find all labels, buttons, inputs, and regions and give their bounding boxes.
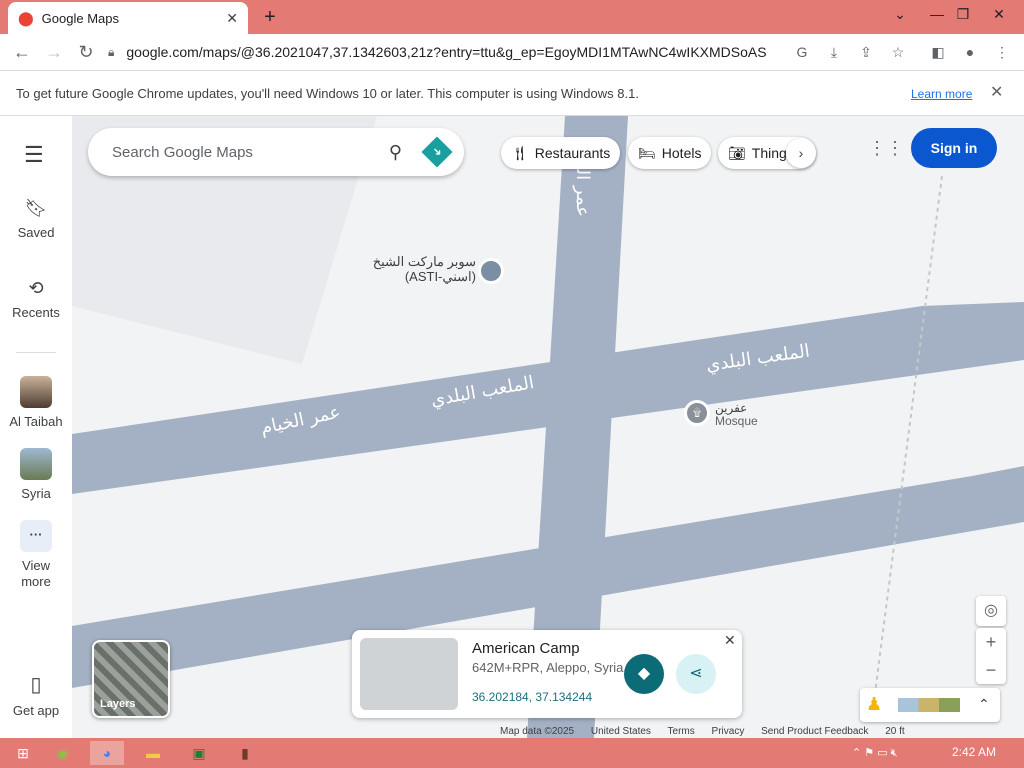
browser-toolbar: ← → ↻ 🔒︎ google.com/maps/@36.2021047,37.… <box>0 34 1024 70</box>
place-card[interactable]: American Camp 642M+RPR, Aleppo, Syria 36… <box>352 630 742 718</box>
sidebar-divider <box>16 352 56 353</box>
side-panel-icon[interactable]: ◧ <box>926 40 950 64</box>
new-tab-button[interactable]: + <box>258 4 282 30</box>
bookmark-icon: 🔖︎ <box>24 198 48 218</box>
sidebar-item-al-taibah[interactable]: Al Taibah <box>0 376 72 429</box>
poi-mosque-label[interactable]: عفرين Mosque <box>715 402 758 428</box>
chrome-taskbar-icon[interactable]: ◕ <box>90 741 124 765</box>
search-icon[interactable]: ⚲ <box>389 142 402 163</box>
region-link[interactable]: United States <box>591 726 651 737</box>
my-location-button[interactable]: ◎ <box>976 596 1006 626</box>
infobar-close-icon[interactable]: ✕ <box>990 82 1003 102</box>
hotel-icon: 🛏︎ <box>638 144 656 161</box>
map-footer: Map data ©2025 United States Terms Priva… <box>500 726 905 737</box>
install-icon[interactable]: ⤓ <box>822 40 846 64</box>
sidebar-item-view-more[interactable]: ··· View more <box>0 520 72 590</box>
restore-button[interactable]: ❐ <box>946 0 980 30</box>
history-icon: ⟲ <box>28 278 44 298</box>
sidebar-item-recents[interactable]: ⟲ Recents <box>0 278 72 320</box>
mosque-icon[interactable]: ۩ <box>684 400 710 426</box>
feedback-link[interactable]: Send Product Feedback <box>761 726 868 737</box>
menu-hamburger-icon[interactable]: ☰ <box>24 142 44 168</box>
learn-more-link[interactable]: Learn more <box>911 87 972 101</box>
zoom-in-button[interactable]: + <box>976 628 1006 656</box>
layers-label: Layers <box>100 698 136 710</box>
zoom-controls: + − <box>976 628 1006 684</box>
place-coordinates[interactable]: 36.202184, 37.134244 <box>472 690 592 704</box>
sidebar-item-label: Al Taibah <box>9 414 63 429</box>
file-explorer-icon[interactable]: ▬ <box>136 741 170 765</box>
directions-button[interactable]: ◆ <box>624 654 664 694</box>
start-button[interactable]: ⊞ <box>6 741 40 765</box>
tab-strip: ⬤ Google Maps ✕ + ⌄ — ❐ ✕ <box>0 0 1024 34</box>
phone-icon: ▯ <box>30 674 42 696</box>
maps-pin-icon: ⬤ <box>18 9 34 26</box>
place-address: 642M+RPR, Aleppo, Syria <box>472 660 624 675</box>
sidebar-item-label: Get app <box>12 703 60 718</box>
pegman-icon[interactable]: ♟ <box>866 694 882 715</box>
system-tray-icons[interactable]: ⌃ ⚑ ▭ 🔇︎ <box>852 746 898 760</box>
layers-button[interactable]: Layers <box>92 640 170 718</box>
tab-search-icon[interactable]: ⌄ <box>883 0 917 30</box>
url-text[interactable]: google.com/maps/@36.2021047,37.1342603,2… <box>126 44 766 60</box>
app-icon[interactable]: ▮ <box>228 741 262 765</box>
railway-line <box>871 175 943 717</box>
close-tab-icon[interactable]: ✕ <box>226 10 238 27</box>
poi-supermarket-label[interactable]: سوبر ماركت الشيخ (ASTI-اسني) <box>364 254 476 284</box>
sidebar-item-label: View more <box>21 558 51 589</box>
reload-button[interactable]: ↻ <box>70 34 102 70</box>
camera-icon: 📷︎ <box>728 144 746 161</box>
taskbar-clock[interactable]: 2:42 AM <box>952 745 996 759</box>
menu-dots-icon[interactable]: ⋮ <box>990 40 1014 64</box>
sidebar-item-label: Recents <box>12 305 60 320</box>
sidebar-item-saved[interactable]: 🔖︎ Saved <box>0 198 72 240</box>
windows-taskbar: ⊞ ◉ ◕ ▬ ▣ ▮ ⌃ ⚑ ▭ 🔇︎ 2:42 AM <box>0 738 1024 768</box>
place-name: American Camp <box>472 640 580 657</box>
forward-button[interactable]: → <box>38 34 70 70</box>
maps-sidebar: ☰ 🔖︎ Saved ⟲ Recents Al Taibah Syria ···… <box>0 116 72 738</box>
zoom-out-button[interactable]: − <box>976 656 1006 684</box>
sidebar-item-get-app[interactable]: ▯ Get app <box>0 672 72 718</box>
share-button[interactable]: ⋖ <box>676 654 716 694</box>
sidebar-item-label: Syria <box>21 486 51 501</box>
privacy-link[interactable]: Privacy <box>712 726 745 737</box>
share-icon[interactable]: ⇪ <box>854 40 878 64</box>
scale-label[interactable]: 20 ft <box>885 726 904 737</box>
sidebar-item-label: Saved <box>17 225 55 240</box>
address-bar[interactable]: 🔒︎ google.com/maps/@36.2021047,37.134260… <box>108 38 822 66</box>
lock-icon: 🔒︎ <box>108 44 115 59</box>
more-icon: ··· <box>20 520 52 552</box>
street-view-panel: ♟ ⌃ <box>860 688 1000 722</box>
taskbar-app-icon[interactable]: ◉ <box>46 741 80 765</box>
poi-pin-icon[interactable] <box>478 258 504 284</box>
update-infobar: To get future Google Chrome updates, you… <box>0 70 1024 116</box>
excel-icon[interactable]: ▣ <box>182 741 216 765</box>
chips-next-button[interactable]: › <box>786 138 816 168</box>
tab-title: Google Maps <box>41 10 119 26</box>
window-close-button[interactable]: ✕ <box>982 0 1016 30</box>
sign-in-button[interactable]: Sign in <box>911 128 997 168</box>
sidebar-item-syria[interactable]: Syria <box>0 448 72 501</box>
profile-icon[interactable]: ● <box>958 40 982 64</box>
terms-link[interactable]: Terms <box>668 726 695 737</box>
search-input[interactable]: Search Google Maps <box>112 144 389 161</box>
search-box[interactable]: Search Google Maps ⚲ ➜ <box>88 128 464 176</box>
imagery-thumbnails[interactable] <box>898 698 960 712</box>
back-button[interactable]: ← <box>6 34 38 70</box>
place-thumbnail <box>20 376 52 408</box>
place-thumbnail <box>20 448 52 480</box>
chip-hotels[interactable]: 🛏︎ Hotels <box>628 137 712 169</box>
restaurant-icon: 🍴︎ <box>511 144 529 161</box>
close-card-icon[interactable]: ✕ <box>724 632 736 649</box>
chip-restaurants[interactable]: 🍴︎ Restaurants <box>501 137 621 169</box>
expand-icon[interactable]: ⌃ <box>978 696 990 713</box>
infobar-message: To get future Google Chrome updates, you… <box>16 86 639 101</box>
google-lens-icon[interactable]: G <box>790 40 814 64</box>
map-canvas[interactable]: عمر الخيام الملعب البلدي الملعب البلدي ع… <box>72 116 1024 738</box>
tab-google-maps[interactable]: ⬤ Google Maps ✕ <box>8 2 248 34</box>
directions-icon[interactable]: ➜ <box>421 136 453 168</box>
place-photo[interactable] <box>360 638 458 710</box>
bookmark-star-icon[interactable]: ☆ <box>886 40 910 64</box>
